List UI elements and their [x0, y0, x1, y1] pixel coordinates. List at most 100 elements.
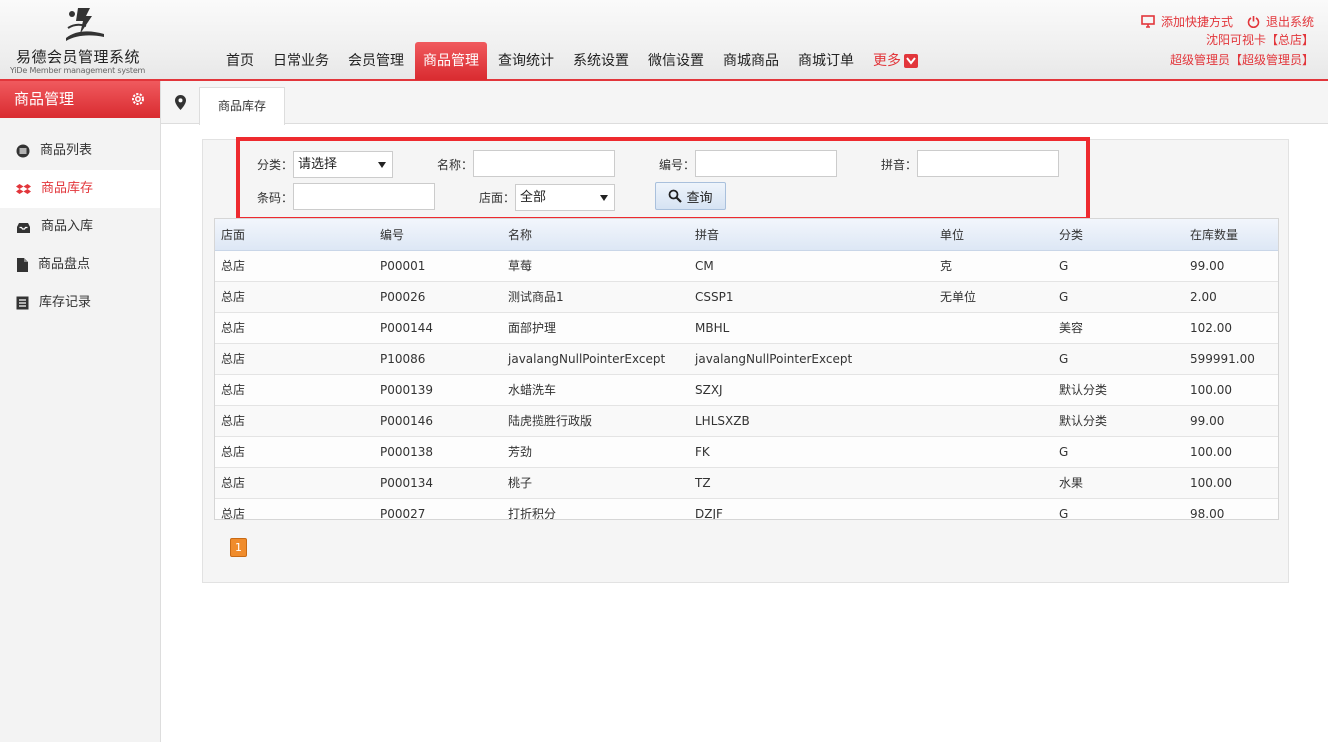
column-header-stock-qty[interactable]: 在库数量: [1190, 219, 1238, 251]
table-row[interactable]: 总店 P00001 草莓 CM 克 G 99.00: [215, 251, 1278, 282]
cell-pinyin: javalangNullPointerExcept: [695, 352, 853, 366]
current-store-link[interactable]: 沈阳可视卡【总店】: [1127, 30, 1314, 50]
store-select[interactable]: 全部: [515, 184, 615, 211]
cell-code: P00026: [380, 290, 426, 304]
cell-name: 芳劲: [508, 445, 533, 459]
cell-store: 总店: [221, 290, 246, 304]
sidebar-item-label: 商品列表: [40, 143, 93, 158]
cell-store: 总店: [221, 414, 246, 428]
name-input[interactable]: [473, 150, 615, 177]
power-icon: [1247, 15, 1260, 28]
nav-item-product-management[interactable]: 商品管理: [415, 42, 487, 80]
cell-name: 桃子: [508, 476, 533, 490]
sidebar-item-label: 商品盘点: [38, 257, 91, 272]
store-label: 店面：: [479, 191, 516, 205]
table-row[interactable]: 总店 P000134 桃子 TZ 水果 100.00: [215, 468, 1278, 499]
column-header-name[interactable]: 名称: [508, 219, 532, 251]
cell-code: P000134: [380, 476, 434, 490]
cell-stock-qty: 2.00: [1190, 290, 1217, 304]
add-shortcut-link[interactable]: 添加快捷方式: [1141, 13, 1233, 30]
cell-pinyin: MBHL: [695, 321, 730, 335]
nav-item-home[interactable]: 首页: [218, 42, 262, 80]
pinyin-label: 拼音：: [881, 158, 918, 172]
cell-stock-qty: 102.00: [1190, 321, 1232, 335]
sidebar-item-product-stock[interactable]: 商品库存: [0, 170, 160, 208]
cell-pinyin: FK: [695, 445, 710, 459]
cell-stock-qty: 98.00: [1190, 507, 1225, 520]
pagination-page-1[interactable]: 1: [230, 538, 247, 557]
nav-item-mall-products[interactable]: 商城商品: [715, 42, 787, 80]
app-subtitle: YiDe Member management system: [10, 66, 146, 75]
tab-product-stock[interactable]: 商品库存: [199, 87, 285, 125]
nav-item-member-management[interactable]: 会员管理: [340, 42, 412, 80]
monitor-icon: [1141, 14, 1155, 28]
cell-category: G: [1059, 507, 1069, 520]
store-select-value: 全部: [520, 190, 547, 205]
inbox-icon: [17, 222, 30, 233]
column-header-pinyin[interactable]: 拼音: [695, 219, 719, 251]
sidebar-item-stock-records[interactable]: 库存记录: [0, 284, 160, 322]
barcode-input[interactable]: [293, 183, 435, 210]
sidebar-item-product-inbound[interactable]: 商品入库: [0, 208, 160, 246]
nav-item-more[interactable]: 更多: [865, 42, 926, 80]
cell-category: 美容: [1059, 321, 1084, 335]
pinyin-input[interactable]: [917, 150, 1059, 177]
table-row[interactable]: 总店 P000139 水蜡洗车 SZXJ 默认分类 100.00: [215, 375, 1278, 406]
sidebar-item-product-inventory[interactable]: 商品盘点: [0, 246, 160, 284]
category-label: 分类：: [257, 158, 294, 172]
cell-pinyin: SZXJ: [695, 383, 723, 397]
cell-code: P000138: [380, 445, 434, 459]
column-header-code[interactable]: 编号: [380, 219, 404, 251]
cell-stock-qty: 99.00: [1190, 414, 1225, 428]
code-input[interactable]: [695, 150, 837, 177]
barcode-label: 条码：: [257, 191, 294, 205]
query-button[interactable]: 查询: [655, 182, 726, 210]
tab-bar: 商品库存: [161, 81, 1328, 125]
cell-code: P10086: [380, 352, 426, 366]
nav-item-wechat-settings[interactable]: 微信设置: [640, 42, 712, 80]
cell-name: 面部护理: [508, 321, 557, 335]
gear-icon[interactable]: [130, 91, 146, 107]
nav-item-mall-orders[interactable]: 商城订单: [790, 42, 862, 80]
cell-category: 默认分类: [1059, 414, 1108, 428]
nav-item-system-settings[interactable]: 系统设置: [565, 42, 637, 80]
table-row[interactable]: 总店 P000144 面部护理 MBHL 美容 102.00: [215, 313, 1278, 344]
table-row[interactable]: 总店 P00026 测试商品1 CSSP1 无单位 G 2.00: [215, 282, 1278, 313]
table-header: 店面 编号 名称 拼音 单位 分类 在库数量: [215, 219, 1278, 251]
cell-name: 测试商品1: [508, 290, 564, 304]
table-row[interactable]: 总店 P000146 陆虎揽胜行政版 LHLSXZB 默认分类 99.00: [215, 406, 1278, 437]
column-header-category[interactable]: 分类: [1059, 219, 1083, 251]
column-header-unit[interactable]: 单位: [940, 219, 964, 251]
sidebar-item-label: 商品库存: [41, 181, 94, 196]
main-nav: 首页 日常业务 会员管理 商品管理 查询统计 系统设置 微信设置 商城商品 商城…: [218, 42, 929, 80]
cell-stock-qty: 99.00: [1190, 259, 1225, 273]
app-logo[interactable]: 易德会员管理系统 YiDe Member management system: [0, 0, 160, 80]
cell-store: 总店: [221, 259, 246, 273]
logo-icon: [66, 8, 104, 41]
column-header-store[interactable]: 店面: [221, 219, 245, 251]
sidebar-item-product-list[interactable]: 商品列表: [0, 132, 160, 170]
cell-name: 草莓: [508, 259, 533, 273]
cell-stock-qty: 100.00: [1190, 445, 1232, 459]
cell-category: G: [1059, 259, 1069, 273]
cell-code: P00001: [380, 259, 426, 273]
current-user-link[interactable]: 超级管理员【超级管理员】: [1127, 50, 1314, 70]
cell-category: G: [1059, 352, 1069, 366]
caret-down-icon: [600, 195, 608, 201]
table-body: 总店 P00001 草莓 CM 克 G 99.00 总店 P00026 测试商品…: [215, 251, 1278, 520]
caret-down-icon: [378, 162, 386, 168]
location-pin-icon: [175, 95, 186, 110]
code-label: 编号：: [659, 158, 696, 172]
category-select[interactable]: 请选择: [293, 151, 393, 178]
sidebar-item-label: 库存记录: [39, 295, 92, 310]
logout-link[interactable]: 退出系统: [1247, 13, 1314, 30]
table-row[interactable]: 总店 P00027 打折积分 DZJF G 98.00: [215, 499, 1278, 520]
nav-item-daily-business[interactable]: 日常业务: [265, 42, 337, 80]
nav-item-query-statistics[interactable]: 查询统计: [490, 42, 562, 80]
sidebar: 商品管理 商品列表 商品库存 商品入库 商品盘点 库存记录: [0, 81, 161, 742]
cell-category: G: [1059, 445, 1069, 459]
table-row[interactable]: 总店 P000138 芳劲 FK G 100.00: [215, 437, 1278, 468]
stock-table: 店面 编号 名称 拼音 单位 分类 在库数量 总店 P00001 草莓 CM 克…: [214, 218, 1279, 520]
nav-more-label: 更多: [873, 53, 901, 69]
table-row[interactable]: 总店 P10086 javalangNullPointerExcept java…: [215, 344, 1278, 375]
